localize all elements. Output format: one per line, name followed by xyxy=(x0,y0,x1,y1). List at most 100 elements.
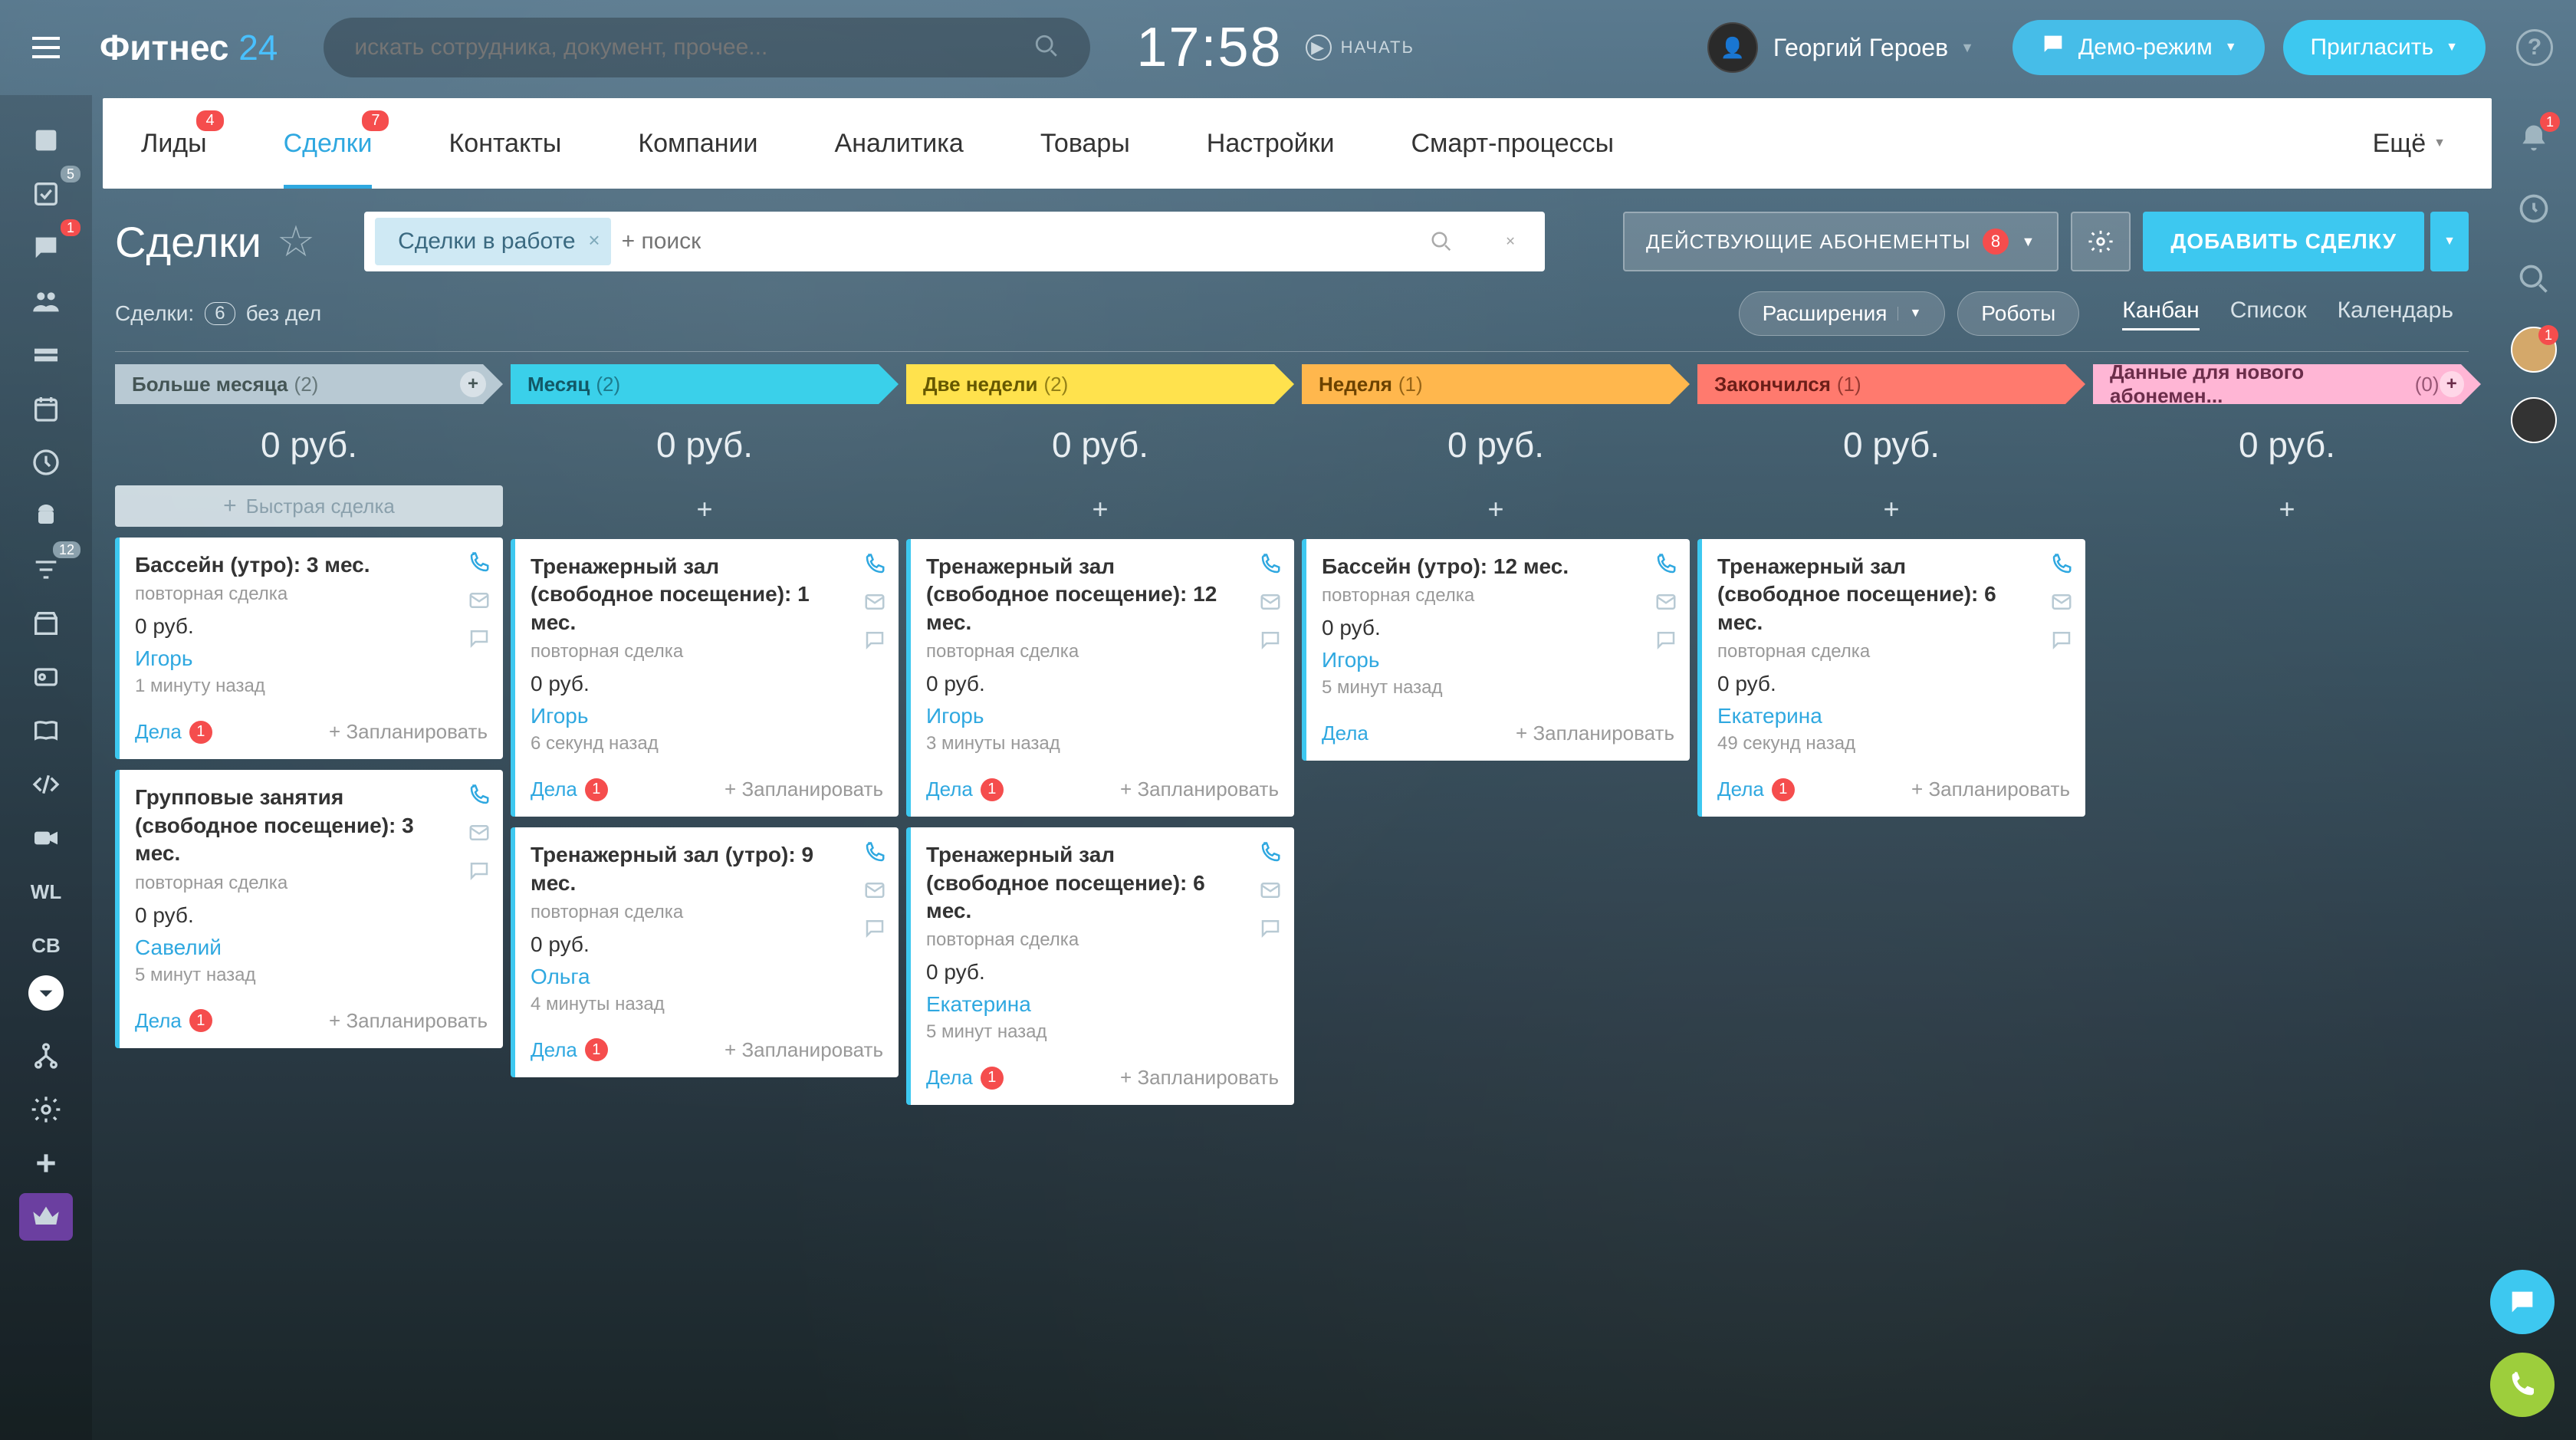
stage-header[interactable]: Больше месяца(2)+ xyxy=(115,364,503,404)
global-search-input[interactable] xyxy=(354,35,1033,61)
card-activities[interactable]: Дела1 xyxy=(135,720,212,744)
deals-search-input[interactable] xyxy=(622,228,1407,255)
view-tab[interactable]: Календарь xyxy=(2338,298,2453,330)
card-plan-button[interactable]: + Запланировать xyxy=(329,720,488,744)
dock-sitemap[interactable] xyxy=(19,1032,73,1080)
dock-feed[interactable] xyxy=(19,117,73,164)
deal-card[interactable]: Бассейн (утро): 12 мес.повторная сделка0… xyxy=(1302,539,1690,761)
notifications-button[interactable]: 1 xyxy=(2511,115,2557,161)
dock-card[interactable] xyxy=(19,653,73,701)
card-plan-button[interactable]: + Запланировать xyxy=(1120,778,1279,801)
card-activities[interactable]: Дела1 xyxy=(926,778,1004,801)
right-search-button[interactable] xyxy=(2511,256,2557,302)
nav-item[interactable]: Аналитика xyxy=(797,98,1002,189)
deal-card[interactable]: Бассейн (утро): 3 мес.повторная сделка0 … xyxy=(115,538,503,759)
nav-item[interactable]: Сделки7 xyxy=(245,98,411,189)
nav-item[interactable]: Настройки xyxy=(1168,98,1373,189)
chat-icon[interactable] xyxy=(1654,628,1677,655)
card-activities[interactable]: Дела1 xyxy=(531,1038,608,1062)
pipeline-select[interactable]: ДЕЙСТВУЮЩИЕ АБОНЕМЕНТЫ 8 ▼ xyxy=(1623,212,2058,271)
dock-crm[interactable] xyxy=(19,331,73,379)
add-card-button[interactable]: + xyxy=(1302,485,1690,539)
nav-item[interactable]: Контакты xyxy=(410,98,600,189)
add-card-button[interactable]: + xyxy=(906,485,1294,539)
nav-item[interactable]: Лиды4 xyxy=(103,98,245,189)
dock-filter[interactable]: 12 xyxy=(19,546,73,593)
dock-contacts[interactable] xyxy=(19,278,73,325)
stage-header[interactable]: Неделя(1) xyxy=(1302,364,1690,404)
nav-item[interactable]: Товары xyxy=(1002,98,1168,189)
stage-header[interactable]: Данные для нового абонемен...(0)+ xyxy=(2093,364,2481,404)
card-contact-link[interactable]: Екатерина xyxy=(1717,704,2070,728)
search-icon[interactable] xyxy=(1033,33,1060,63)
phone-icon[interactable] xyxy=(2050,553,2073,580)
search-icon[interactable] xyxy=(1407,230,1476,253)
star-icon[interactable]: ☆ xyxy=(277,216,315,267)
card-plan-button[interactable]: + Запланировать xyxy=(724,1038,883,1062)
chat-icon[interactable] xyxy=(863,628,886,655)
global-search[interactable] xyxy=(324,18,1090,77)
card-plan-button[interactable]: + Запланировать xyxy=(329,1009,488,1033)
mail-icon[interactable] xyxy=(468,821,491,848)
phone-icon[interactable] xyxy=(863,841,886,868)
phone-icon[interactable] xyxy=(1259,841,1282,868)
extensions-button[interactable]: Расширения▼ xyxy=(1739,291,1946,336)
card-contact-link[interactable]: Игорь xyxy=(135,646,488,671)
mail-icon[interactable] xyxy=(1259,590,1282,617)
pipeline-settings-button[interactable] xyxy=(2071,212,2131,271)
phone-icon[interactable] xyxy=(1654,553,1677,580)
stage-header[interactable]: Закончился(1) xyxy=(1697,364,2085,404)
chat-icon[interactable] xyxy=(1259,628,1282,655)
card-contact-link[interactable]: Игорь xyxy=(531,704,883,728)
card-plan-button[interactable]: + Запланировать xyxy=(1120,1066,1279,1090)
add-card-button[interactable]: + xyxy=(511,485,899,539)
card-activities[interactable]: Дела1 xyxy=(531,778,608,801)
history-button[interactable] xyxy=(2511,186,2557,232)
deals-filter[interactable]: Сделки в работе ✕ xyxy=(364,212,1545,271)
dock-book[interactable] xyxy=(19,707,73,755)
chat-icon[interactable] xyxy=(2050,628,2073,655)
card-plan-button[interactable]: + Запланировать xyxy=(1516,722,1674,745)
deal-card[interactable]: Тренажерный зал (свободное посещение): 6… xyxy=(906,827,1294,1105)
dock-calendar[interactable] xyxy=(19,385,73,432)
mail-icon[interactable] xyxy=(1259,879,1282,906)
deal-card[interactable]: Тренажерный зал (свободное посещение): 1… xyxy=(906,539,1294,817)
dock-tasks[interactable]: 5 xyxy=(19,170,73,218)
user-avatar-2[interactable] xyxy=(2511,397,2557,443)
mail-icon[interactable] xyxy=(468,589,491,616)
phone-icon[interactable] xyxy=(468,551,491,578)
dock-settings[interactable] xyxy=(19,1086,73,1133)
view-tab[interactable]: Канбан xyxy=(2122,298,2199,330)
nav-item[interactable]: Смарт-процессы xyxy=(1373,98,1653,189)
card-contact-link[interactable]: Ольга xyxy=(531,965,883,989)
add-stage-icon[interactable]: + xyxy=(2440,371,2465,397)
dock-android[interactable] xyxy=(19,492,73,540)
nav-item[interactable]: Компании xyxy=(600,98,796,189)
demo-mode-button[interactable]: Демо-режим ▼ xyxy=(2013,20,2265,75)
stage-header[interactable]: Две недели(2) xyxy=(906,364,1294,404)
fab-chat[interactable] xyxy=(2490,1270,2555,1334)
stage-header[interactable]: Месяц(2) xyxy=(511,364,899,404)
robots-button[interactable]: Роботы xyxy=(1957,291,2079,336)
dock-video[interactable] xyxy=(19,814,73,862)
dock-wl[interactable]: WL xyxy=(19,868,73,916)
clear-icon[interactable]: ✕ xyxy=(1476,234,1545,249)
deal-card[interactable]: Тренажерный зал (свободное посещение): 1… xyxy=(511,539,899,817)
chat-icon[interactable] xyxy=(863,916,886,943)
card-activities[interactable]: Дела xyxy=(1322,722,1368,745)
deal-card[interactable]: Групповые занятия (свободное посещение):… xyxy=(115,770,503,1047)
card-activities[interactable]: Дела1 xyxy=(135,1009,212,1033)
add-card-button[interactable]: + xyxy=(2093,485,2481,539)
phone-icon[interactable] xyxy=(1259,553,1282,580)
invite-button[interactable]: Пригласить ▼ xyxy=(2283,20,2486,75)
card-contact-link[interactable]: Игорь xyxy=(926,704,1279,728)
card-activities[interactable]: Дела1 xyxy=(1717,778,1795,801)
card-activities[interactable]: Дела1 xyxy=(926,1066,1004,1090)
card-plan-button[interactable]: + Запланировать xyxy=(1911,778,2070,801)
help-button[interactable]: ? xyxy=(2516,29,2553,66)
add-card-button[interactable]: + xyxy=(1697,485,2085,539)
phone-icon[interactable] xyxy=(863,553,886,580)
phone-icon[interactable] xyxy=(468,784,491,810)
mail-icon[interactable] xyxy=(863,879,886,906)
chat-icon[interactable] xyxy=(468,626,491,653)
